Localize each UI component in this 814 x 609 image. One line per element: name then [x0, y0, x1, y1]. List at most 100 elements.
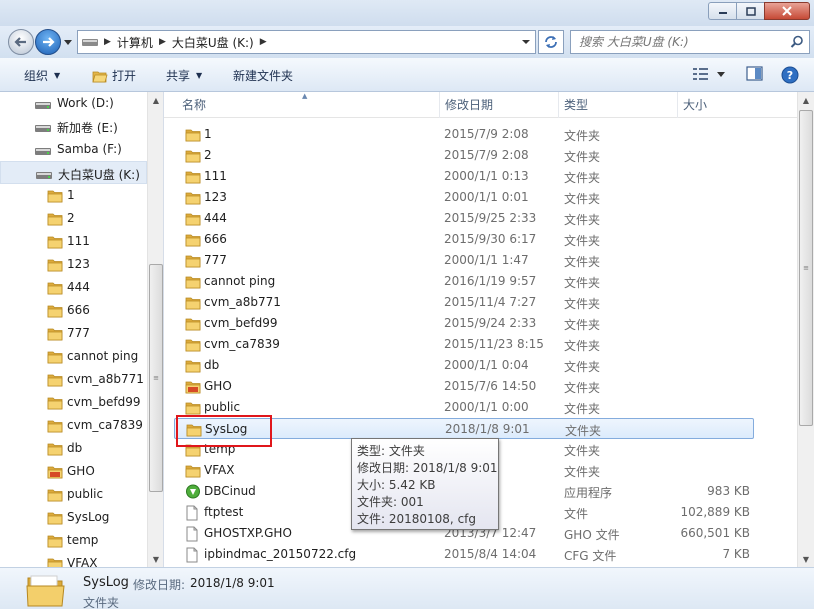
scroll-up-icon[interactable]: ▲ — [148, 92, 163, 108]
sidebar-folder-db[interactable]: db — [0, 437, 147, 460]
file-row[interactable]: GHO 2015/7/6 14:50 文件夹 — [174, 376, 754, 397]
scrollbar-thumb[interactable]: ≡ — [799, 110, 813, 426]
scrollbar-thumb[interactable]: ≡ — [149, 264, 163, 492]
file-row[interactable]: 444 2015/9/25 2:33 文件夹 — [174, 208, 754, 229]
folder-icon — [47, 395, 63, 413]
file-name: 123 — [204, 190, 227, 204]
file-date: 2015/8/4 14:04 — [444, 547, 537, 561]
file-row[interactable]: 123 2000/1/1 0:01 文件夹 — [174, 187, 754, 208]
file-row[interactable]: cvm_a8b771 2015/11/4 7:27 文件夹 — [174, 292, 754, 313]
forward-button[interactable] — [35, 29, 61, 55]
open-button[interactable]: 打开 — [92, 67, 136, 84]
file-date: 2015/9/25 2:33 — [444, 211, 537, 225]
file-row[interactable]: cvm_ca7839 2015/11/23 8:15 文件夹 — [174, 334, 754, 355]
search-icon[interactable] — [790, 35, 804, 49]
file-type: 文件夹 — [564, 297, 601, 311]
file-name: ipbindmac_20150722.cfg — [204, 547, 357, 561]
sidebar-item-label: cvm_befd99 — [67, 395, 141, 409]
file-icon — [185, 505, 199, 524]
file-date: 2000/1/1 0:00 — [444, 400, 529, 414]
sidebar-item-label: 1 — [67, 188, 75, 202]
scroll-down-icon[interactable]: ▼ — [148, 551, 163, 567]
recent-pages-button[interactable] — [63, 37, 73, 47]
sidebar-folder-cannot-ping[interactable]: cannot ping — [0, 345, 147, 368]
sidebar-folder-1[interactable]: 1 — [0, 184, 147, 207]
file-name: 111 — [204, 169, 227, 183]
minimize-button[interactable] — [708, 2, 736, 20]
navigation-pane-scrollbar[interactable]: ▲ ≡ ▼ — [147, 92, 163, 567]
sidebar-folder-123[interactable]: 123 — [0, 253, 147, 276]
sidebar-folder-public[interactable]: public — [0, 483, 147, 506]
file-date: 2000/1/1 0:13 — [444, 169, 529, 183]
file-row[interactable]: 111 2000/1/1 0:13 文件夹 — [174, 166, 754, 187]
sidebar-folder-111[interactable]: 111 — [0, 230, 147, 253]
folder-icon — [185, 463, 201, 481]
file-row[interactable]: 2 2015/7/9 2:08 文件夹 — [174, 145, 754, 166]
window-controls — [708, 2, 810, 20]
svg-text:?: ? — [787, 69, 793, 82]
refresh-button[interactable] — [538, 30, 564, 54]
column-header-size[interactable]: 大小 — [677, 92, 797, 118]
folder-icon — [185, 232, 201, 250]
column-header-date[interactable]: 修改日期 — [439, 92, 559, 118]
file-row[interactable]: cannot ping 2016/1/19 9:57 文件夹 — [174, 271, 754, 292]
scroll-up-icon[interactable]: ▲ — [798, 92, 814, 108]
file-type: 文件夹 — [564, 255, 601, 269]
sidebar-drive-1[interactable]: 新加卷 (E:) — [0, 115, 147, 138]
preview-pane-icon[interactable] — [746, 66, 764, 82]
file-row[interactable]: 777 2000/1/1 1:47 文件夹 — [174, 250, 754, 271]
share-button[interactable]: 共享 ▼ — [166, 67, 202, 84]
file-name: db — [204, 358, 220, 372]
sidebar-folder-2[interactable]: 2 — [0, 207, 147, 230]
back-button[interactable] — [8, 29, 34, 55]
sidebar-folder-666[interactable]: 666 — [0, 299, 147, 322]
file-name: GHO — [204, 379, 232, 393]
sidebar-folder-syslog[interactable]: SysLog — [0, 506, 147, 529]
view-dropdown-icon[interactable] — [716, 71, 726, 79]
breadcrumb-computer[interactable]: ▶ 计算机 — [104, 34, 153, 51]
sidebar-folder-cvm-befd99[interactable]: cvm_befd99 — [0, 391, 147, 414]
folder-icon — [185, 148, 201, 166]
file-icon — [185, 547, 199, 566]
file-row[interactable]: cvm_befd99 2015/9/24 2:33 文件夹 — [174, 313, 754, 334]
column-header-name[interactable]: 名称 — [176, 92, 440, 118]
file-type: 文件夹 — [564, 360, 601, 374]
folder-icon — [47, 326, 63, 344]
file-row[interactable]: 666 2015/9/30 6:17 文件夹 — [174, 229, 754, 250]
sidebar-folder-gho[interactable]: GHO — [0, 460, 147, 483]
sidebar-folder-cvm-ca7839[interactable]: cvm_ca7839 — [0, 414, 147, 437]
file-row[interactable]: ipbindmac_20150722.cfg 2015/8/4 14:04 CFG … — [174, 544, 754, 565]
sidebar-drive-2[interactable]: Samba (F:) — [0, 138, 147, 161]
search-box[interactable] — [570, 30, 810, 54]
address-dropdown-icon[interactable] — [521, 37, 531, 47]
sidebar-folder-cvm-a8b771[interactable]: cvm_a8b771 — [0, 368, 147, 391]
breadcrumb-child-dropdown[interactable]: ▶ — [260, 37, 273, 47]
sidebar-folder-777[interactable]: 777 — [0, 322, 147, 345]
file-type: 文件夹 — [564, 234, 601, 248]
file-type: 文件夹 — [564, 192, 601, 206]
view-options-icon[interactable] — [692, 66, 710, 82]
organize-button[interactable]: 组织 ▼ — [24, 67, 60, 84]
sidebar-folder-vfax[interactable]: VFAX — [0, 552, 147, 567]
folder-icon — [185, 190, 201, 208]
sidebar-folder-temp[interactable]: temp — [0, 529, 147, 552]
file-icon — [185, 526, 199, 545]
scroll-down-icon[interactable]: ▼ — [798, 551, 814, 567]
maximize-button[interactable] — [736, 2, 764, 20]
file-list-scrollbar[interactable]: ▲ ≡ ▼ — [797, 92, 814, 567]
sidebar-drive-3[interactable]: 大白菜U盘 (K:) — [0, 161, 147, 184]
search-input[interactable] — [579, 35, 789, 49]
sidebar-folder-444[interactable]: 444 — [0, 276, 147, 299]
column-header-type[interactable]: 类型 — [558, 92, 678, 118]
new-folder-button[interactable]: 新建文件夹 — [233, 67, 293, 84]
file-row[interactable]: db 2000/1/1 0:04 文件夹 — [174, 355, 754, 376]
help-icon[interactable]: ? — [781, 66, 799, 84]
sidebar-item-label: 新加卷 (E:) — [57, 121, 118, 135]
file-name: DBCinud — [204, 484, 256, 498]
close-button[interactable] — [764, 2, 810, 20]
sidebar-drive-0[interactable]: Work (D:) — [0, 92, 147, 115]
sidebar-item-label: 444 — [67, 280, 90, 294]
address-bar[interactable]: ▶ 计算机 ▶ 大白菜U盘 (K:) ▶ — [77, 30, 536, 54]
breadcrumb-usb-drive[interactable]: ▶ 大白菜U盘 (K:) — [159, 34, 254, 51]
file-row[interactable]: 1 2015/7/9 2:08 文件夹 — [174, 124, 754, 145]
